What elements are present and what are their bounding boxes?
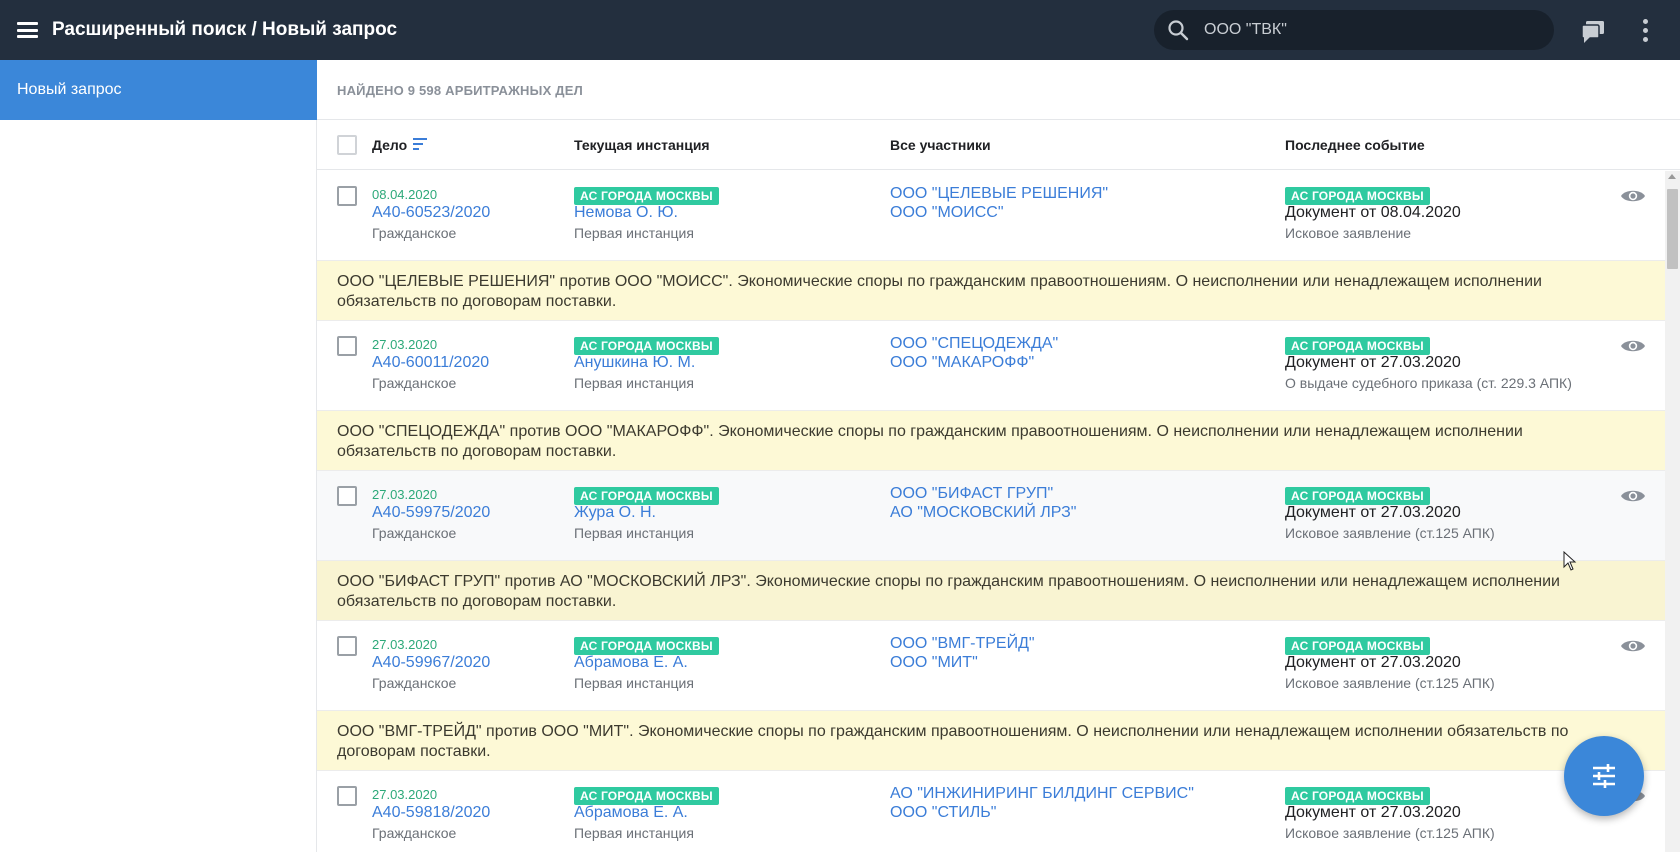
case-summary: ООО "БИФАСТ ГРУП" против АО "МОСКОВСКИЙ … <box>317 561 1665 621</box>
event-court-badge: АС ГОРОДА МОСКВЫ <box>1285 187 1430 205</box>
instance-label: Первая инстанция <box>574 825 694 841</box>
search-bar[interactable] <box>1154 10 1554 50</box>
case-type: Гражданское <box>372 375 457 391</box>
participant-link[interactable]: ООО "БИФАСТ ГРУП" <box>890 485 1053 503</box>
event-document: Документ от 27.03.2020 <box>1285 654 1461 671</box>
scrollbar-thumb[interactable] <box>1667 189 1678 269</box>
judge-link[interactable]: Жура О. Н. <box>574 504 656 522</box>
case-number-link[interactable]: А40-60523/2020 <box>372 204 490 222</box>
column-header-case[interactable]: Дело <box>372 137 407 153</box>
tune-icon <box>1593 764 1615 788</box>
case-number-link[interactable]: А40-59818/2020 <box>372 804 490 822</box>
table-row[interactable]: 27.03.2020 А40-59818/2020 Гражданское АС… <box>317 771 1665 852</box>
filter-fab-button[interactable] <box>1564 736 1644 816</box>
scrollbar[interactable] <box>1665 171 1680 852</box>
chat-icon[interactable] <box>1580 18 1606 44</box>
event-description: О выдаче судебного приказа (ст. 229.3 АП… <box>1285 375 1572 391</box>
results-panel: НАЙДЕНО 9 598 АРБИТРАЖНЫХ ДЕЛ Дело Текущ… <box>317 60 1680 852</box>
event-court-badge: АС ГОРОДА МОСКВЫ <box>1285 337 1430 355</box>
instance-label: Первая инстанция <box>574 675 694 691</box>
eye-icon[interactable] <box>1620 187 1646 205</box>
instance-label: Первая инстанция <box>574 375 694 391</box>
column-header-participants: Все участники <box>890 137 991 153</box>
participant-link[interactable]: ООО "МИТ" <box>890 654 978 672</box>
scroll-up-arrow[interactable] <box>1668 174 1676 179</box>
event-document: Документ от 27.03.2020 <box>1285 804 1461 821</box>
participant-link[interactable]: ООО "ВМГ-ТРЕЙД" <box>890 635 1035 653</box>
participant-link[interactable]: АО "МОСКОВСКИЙ ЛРЗ" <box>890 504 1076 522</box>
court-badge: АС ГОРОДА МОСКВЫ <box>574 487 719 505</box>
mouse-cursor-icon <box>1563 551 1577 571</box>
event-court-badge: АС ГОРОДА МОСКВЫ <box>1285 787 1430 805</box>
instance-label: Первая инстанция <box>574 525 694 541</box>
results-list: 08.04.2020 А40-60523/2020 Гражданское АС… <box>317 171 1665 852</box>
participant-link[interactable]: ООО "СПЕЦОДЕЖДА" <box>890 335 1058 353</box>
eye-icon[interactable] <box>1620 337 1646 355</box>
case-summary: ООО "ВМГ-ТРЕЙД" против ООО "МИТ". Эконом… <box>317 711 1665 771</box>
select-all-checkbox[interactable] <box>337 135 357 155</box>
participant-link[interactable]: ООО "МАКАРОФФ" <box>890 354 1034 372</box>
row-checkbox[interactable] <box>337 186 357 206</box>
participant-link[interactable]: ООО "МОИСС" <box>890 204 1004 222</box>
row-checkbox[interactable] <box>337 336 357 356</box>
judge-link[interactable]: Немова О. Ю. <box>574 204 678 222</box>
judge-link[interactable]: Абрамова Е. А. <box>574 654 688 672</box>
court-badge: АС ГОРОДА МОСКВЫ <box>574 787 719 805</box>
results-count: НАЙДЕНО 9 598 АРБИТРАЖНЫХ ДЕЛ <box>337 83 583 98</box>
case-type: Гражданское <box>372 225 457 241</box>
event-description: Исковое заявление <box>1285 225 1412 241</box>
case-type: Гражданское <box>372 525 457 541</box>
case-date: 27.03.2020 <box>372 787 438 802</box>
case-date: 27.03.2020 <box>372 637 438 652</box>
sidebar-item-new-query[interactable]: Новый запрос <box>0 60 317 120</box>
court-badge: АС ГОРОДА МОСКВЫ <box>574 337 719 355</box>
case-summary: ООО "ЦЕЛЕВЫЕ РЕШЕНИЯ" против ООО "МОИСС"… <box>317 261 1665 321</box>
table-row[interactable]: 27.03.2020 А40-60011/2020 Гражданское АС… <box>317 321 1665 411</box>
row-checkbox[interactable] <box>337 636 357 656</box>
event-description: Исковое заявление (ст.125 АПК) <box>1285 825 1495 841</box>
eye-icon[interactable] <box>1620 637 1646 655</box>
page-title: Расширенный поиск / Новый запрос <box>52 19 398 40</box>
case-summary: ООО "СПЕЦОДЕЖДА" против ООО "МАКАРОФФ". … <box>317 411 1665 471</box>
event-document: Документ от 27.03.2020 <box>1285 504 1461 521</box>
instance-label: Первая инстанция <box>574 225 694 241</box>
participant-link[interactable]: АО "ИНЖИНИРИНГ БИЛДИНГ СЕРВИС" <box>890 785 1194 803</box>
event-document: Документ от 08.04.2020 <box>1285 204 1461 221</box>
event-description: Исковое заявление (ст.125 АПК) <box>1285 525 1495 541</box>
table-row[interactable]: 27.03.2020 А40-59975/2020 Гражданское АС… <box>317 471 1665 561</box>
table-row[interactable]: 27.03.2020 А40-59967/2020 Гражданское АС… <box>317 621 1665 711</box>
case-date: 27.03.2020 <box>372 337 438 352</box>
table-header: Дело Текущая инстанция Все участники Пос… <box>317 120 1680 170</box>
sort-icon[interactable] <box>413 138 427 150</box>
menu-icon[interactable] <box>14 16 40 44</box>
participant-link[interactable]: ООО "ЦЕЛЕВЫЕ РЕШЕНИЯ" <box>890 185 1108 203</box>
participant-link[interactable]: ООО "СТИЛЬ" <box>890 804 996 822</box>
court-badge: АС ГОРОДА МОСКВЫ <box>574 187 719 205</box>
sidebar: Новый запрос <box>0 60 317 852</box>
more-vert-icon[interactable] <box>1642 18 1650 44</box>
search-icon[interactable] <box>1166 18 1190 42</box>
app-header: Расширенный поиск / Новый запрос <box>0 0 1680 60</box>
column-header-event: Последнее событие <box>1285 137 1425 153</box>
row-checkbox[interactable] <box>337 486 357 506</box>
court-badge: АС ГОРОДА МОСКВЫ <box>574 637 719 655</box>
event-description: Исковое заявление (ст.125 АПК) <box>1285 675 1495 691</box>
case-type: Гражданское <box>372 675 457 691</box>
case-number-link[interactable]: А40-59975/2020 <box>372 504 490 522</box>
table-row[interactable]: 08.04.2020 А40-60523/2020 Гражданское АС… <box>317 171 1665 261</box>
eye-icon[interactable] <box>1620 487 1646 505</box>
event-court-badge: АС ГОРОДА МОСКВЫ <box>1285 487 1430 505</box>
search-input[interactable] <box>1204 10 1534 50</box>
case-date: 27.03.2020 <box>372 487 438 502</box>
case-number-link[interactable]: А40-60011/2020 <box>372 354 489 372</box>
row-checkbox[interactable] <box>337 786 357 806</box>
event-document: Документ от 27.03.2020 <box>1285 354 1461 371</box>
case-type: Гражданское <box>372 825 457 841</box>
case-number-link[interactable]: А40-59967/2020 <box>372 654 490 672</box>
judge-link[interactable]: Абрамова Е. А. <box>574 804 688 822</box>
judge-link[interactable]: Анушкина Ю. М. <box>574 354 695 372</box>
event-court-badge: АС ГОРОДА МОСКВЫ <box>1285 637 1430 655</box>
case-date: 08.04.2020 <box>372 187 438 202</box>
column-header-instance: Текущая инстанция <box>574 137 710 153</box>
